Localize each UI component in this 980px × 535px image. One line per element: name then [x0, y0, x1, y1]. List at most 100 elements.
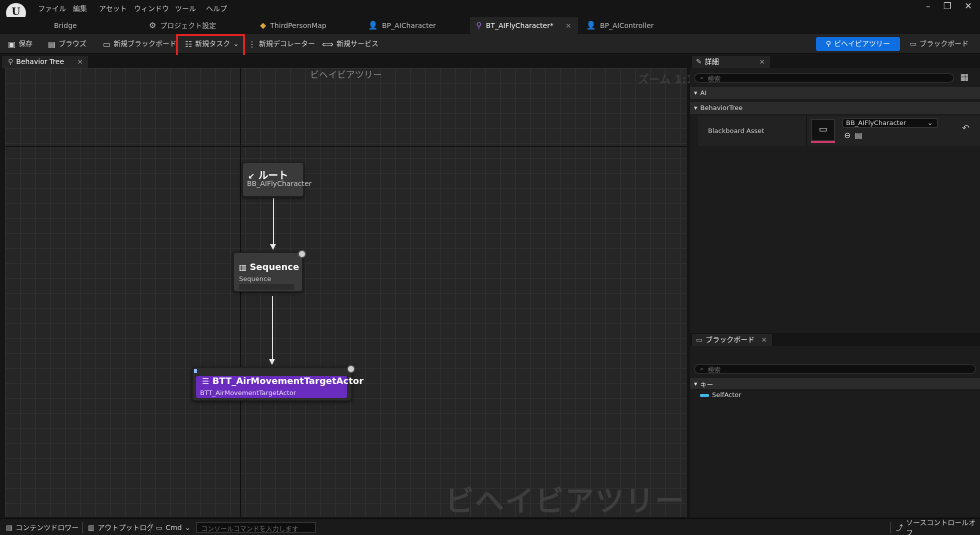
graph-tabstrip: ⚲ Behavior Tree ×: [0, 55, 690, 68]
root-node[interactable]: ↙ ルート BB_AIFlyCharacter: [242, 162, 312, 197]
category-behaviortree[interactable]: ▾ BehaviorTree: [690, 102, 980, 114]
browse-button[interactable]: ▤ ブラウズ: [48, 37, 87, 51]
tab-bp-aicharacter[interactable]: 👤 BP_AICharacter: [362, 17, 462, 34]
task-icon: ☰: [202, 377, 210, 386]
sequence-output-pin[interactable]: [239, 284, 294, 290]
blueprint-icon: 👤: [586, 21, 596, 30]
blackboard-icon: ▭: [696, 336, 703, 344]
dropdown-value: BB_AIFlyCharacter: [846, 119, 907, 127]
divider: [150, 522, 151, 533]
tab-project-settings[interactable]: ⚙ プロジェクト設定: [143, 17, 243, 34]
folder-icon: ▤: [48, 39, 56, 49]
save-button[interactable]: ▣ 保存: [8, 37, 33, 51]
blackboard-panel: ▭ ブラックボード × ⌕ 検索 ▾ キー SelfActor: [690, 333, 980, 517]
task-node[interactable]: ☰ BTT_AirMovementTargetActor BTT_AirMove…: [192, 365, 364, 401]
menu-edit[interactable]: 編集: [73, 4, 87, 14]
tab-label: BT_AIFlyCharacter*: [485, 21, 554, 30]
zoom-level: ズーム 1:1: [638, 73, 695, 86]
blackboard-asset-dropdown[interactable]: BB_AIFlyCharacter ⌄: [842, 118, 938, 128]
decorator-icon: ⋮: [248, 39, 256, 49]
tab-label: 詳細: [704, 58, 719, 66]
tab-label: ブラックボード: [705, 336, 755, 344]
behavior-tree-graph[interactable]: [5, 68, 687, 517]
tab-label: Bridge: [54, 21, 77, 30]
menu-window[interactable]: ウィンドウ: [134, 4, 169, 14]
output-log-label: アウトプットログ: [97, 523, 154, 532]
tab-blackboard[interactable]: ▭ ブラックボード ×: [692, 334, 772, 346]
task-title-text: BTT_AirMovementTargetActor: [212, 377, 364, 387]
chevron-down-icon: ▾: [694, 104, 698, 112]
cmd-label: Cmd: [165, 523, 182, 532]
reset-to-default-icon[interactable]: ↶: [962, 124, 970, 134]
close-tab-icon[interactable]: ×: [77, 58, 83, 66]
new-decorator-button[interactable]: ⋮ 新規デコレーター: [248, 37, 315, 51]
use-selected-icon[interactable]: ⊖: [844, 131, 851, 140]
blackboard-mode-button[interactable]: ▭ ブラックボード: [910, 37, 969, 51]
console-icon: ▭: [156, 523, 163, 532]
behavior-tree-icon: ⚲: [825, 40, 832, 48]
category-ai[interactable]: ▾ AI: [690, 87, 980, 99]
tab-bridge[interactable]: Bridge: [48, 17, 130, 34]
browse-asset-icon[interactable]: ▤: [855, 131, 863, 140]
tab-bp-aicontroller[interactable]: 👤 BP_AIController: [580, 17, 680, 34]
settings-icon: ⚙: [149, 21, 157, 30]
tab-label: Behavior Tree: [16, 58, 65, 66]
search-icon: ⌕: [700, 73, 704, 82]
close-tab-icon[interactable]: ×: [761, 336, 767, 344]
details-panel: ✎ 詳細 × ⌕ 検索 ▦ ▾ AI ▾ BehaviorTree Blackb…: [690, 55, 980, 333]
highlight-annotation: [176, 34, 245, 57]
graph-origin-h: [5, 146, 687, 147]
property-row-blackboard-asset: Blackboard Asset ▭ BB_AIFlyCharacter ⌄ ⊖…: [698, 116, 980, 146]
connection-arrow: [269, 359, 275, 365]
blackboard-key-item[interactable]: SelfActor: [700, 391, 741, 399]
console-command-input[interactable]: コンソールコマンドを入力します: [196, 522, 316, 533]
map-icon: ◆: [260, 21, 267, 30]
tab-bt-aiflycharacter[interactable]: ⚲ BT_AIFlyCharacter* ×: [470, 17, 578, 34]
tab-label: プロジェクト設定: [160, 21, 217, 30]
close-tab-icon[interactable]: ×: [759, 58, 765, 66]
tab-thirdpersonmap[interactable]: ◆ ThirdPersonMap: [254, 17, 354, 34]
source-control-button[interactable]: ⤴ ソースコントロールオフ: [896, 519, 980, 535]
behavior-tree-mode-button[interactable]: ⚲ ビヘイビアツリー: [816, 37, 900, 51]
blackboard-search-input[interactable]: ⌕ 検索: [694, 364, 976, 374]
details-search-input[interactable]: ⌕ 検索: [694, 73, 954, 83]
new-blackboard-button[interactable]: ▭ 新規ブラックボード: [103, 37, 177, 51]
key-type-swatch: [700, 393, 709, 397]
source-control-icon: ⤴: [896, 523, 903, 532]
asset-thumbnail-icon[interactable]: ▭: [811, 119, 835, 141]
content-drawer-icon: ▤: [6, 523, 13, 532]
blackboard-tabstrip: ▭ ブラックボード ×: [690, 333, 980, 346]
close-tab-icon[interactable]: ×: [565, 22, 571, 30]
tab-details[interactable]: ✎ 詳細 ×: [692, 56, 770, 68]
close-window-icon[interactable]: ✕: [964, 2, 972, 12]
grid-view-icon[interactable]: ▦: [960, 73, 969, 83]
cmd-selector[interactable]: ▭ Cmd ⌄: [156, 522, 191, 533]
mode-label: ブラックボード: [919, 40, 969, 48]
property-label: Blackboard Asset: [708, 127, 765, 135]
maximize-icon[interactable]: ❐: [943, 2, 951, 12]
key-category[interactable]: ▾ キー: [690, 378, 980, 389]
menu-file[interactable]: ファイル: [38, 4, 66, 14]
sequence-node[interactable]: ▥ Sequence Sequence: [233, 250, 306, 292]
search-placeholder: 検索: [707, 75, 721, 83]
task-node-subtitle: BTT_AirMovementTargetActor: [200, 389, 297, 397]
new-service-button[interactable]: ⟺ 新規サービス: [322, 37, 378, 51]
output-log-button[interactable]: ▥ アウトプットログ: [88, 522, 154, 533]
connection-arrow: [270, 244, 276, 250]
task-node-body: ☰ BTT_AirMovementTargetActor BTT_AirMove…: [196, 376, 364, 398]
browse-label: ブラウズ: [58, 40, 87, 48]
menu-bar: U ファイル 編集 アセット ウィンドウ ツール ヘルプ – ❐ ✕: [0, 0, 980, 23]
menu-help[interactable]: ヘルプ: [206, 4, 227, 14]
blueprint-icon: 👤: [368, 21, 378, 30]
divider: [890, 522, 891, 533]
minimize-icon[interactable]: –: [926, 2, 931, 12]
sequence-title-text: Sequence: [249, 263, 300, 273]
task-node-title: ☰ BTT_AirMovementTargetActor: [202, 377, 364, 387]
content-drawer-label: コンテンツドロワー: [15, 523, 79, 532]
menu-tools[interactable]: ツール: [175, 4, 196, 14]
mode-label: ビヘイビアツリー: [834, 40, 891, 48]
menu-asset[interactable]: アセット: [99, 4, 127, 14]
output-log-icon: ▥: [88, 523, 95, 532]
content-drawer-button[interactable]: ▤ コンテンツドロワー: [6, 522, 79, 533]
tab-behavior-tree[interactable]: ⚲ Behavior Tree ×: [2, 56, 88, 68]
